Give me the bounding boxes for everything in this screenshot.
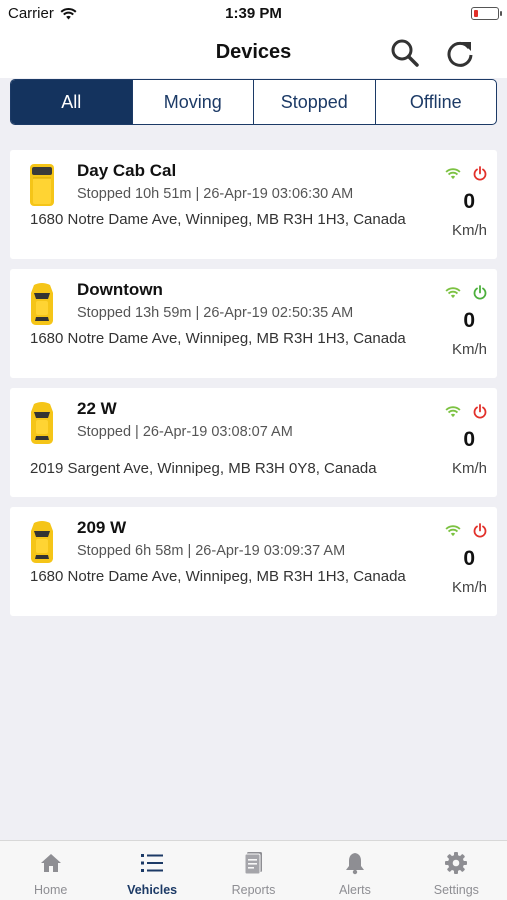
nav-header: Devices (0, 28, 507, 78)
device-card[interactable]: Day Cab Cal Stopped 10h 51m | 26-Apr-19 … (10, 150, 497, 259)
tab-label: Home (34, 883, 68, 897)
gear-icon (445, 852, 468, 874)
tab-alerts[interactable]: Alerts (304, 841, 405, 900)
device-speed: 0 (463, 190, 475, 213)
device-address: 1680 Notre Dame Ave, Winnipeg, MB R3H 1H… (30, 330, 406, 347)
tab-label: Alerts (338, 883, 371, 897)
device-speed: 0 (463, 547, 475, 570)
tab-vehicles[interactable]: Vehicles (101, 841, 202, 900)
device-status: Stopped 10h 51m | 26-Apr-19 03:06:30 AM (77, 186, 354, 202)
car-icon (31, 402, 53, 444)
clock: 1:39 PM (225, 5, 282, 22)
device-status: Stopped 6h 58m | 26-Apr-19 03:09:37 AM (77, 543, 346, 559)
device-indicators (445, 166, 487, 181)
tab-bar: Home Vehicles Reports Alerts Settings (0, 840, 507, 900)
device-speed: 0 (463, 428, 475, 451)
device-address: 1680 Notre Dame Ave, Winnipeg, MB R3H 1H… (30, 211, 406, 228)
refresh-button[interactable] (443, 36, 477, 70)
tab-label: Vehicles (127, 883, 178, 897)
power-icon (473, 285, 487, 300)
page-title: Devices (215, 41, 292, 63)
speed-unit: Km/h (451, 222, 487, 239)
device-address: 2019 Sargent Ave, Winnipeg, MB R3H 0Y8, … (30, 460, 377, 477)
power-icon (473, 523, 487, 538)
signal-icon (445, 168, 461, 180)
search-button[interactable] (388, 36, 422, 70)
device-name: Downtown (77, 280, 163, 299)
filter-stopped[interactable]: Stopped (254, 80, 376, 124)
tab-label: Reports (231, 883, 276, 897)
tab-label: Settings (433, 883, 479, 897)
speed-unit: Km/h (451, 579, 487, 596)
speed-unit: Km/h (451, 460, 487, 477)
tab-reports[interactable]: Reports (203, 841, 304, 900)
power-icon (473, 166, 487, 181)
device-name: 22 W (77, 399, 117, 418)
tab-home[interactable]: Home (0, 841, 101, 900)
filter-moving[interactable]: Moving (133, 80, 254, 124)
tab-settings[interactable]: Settings (406, 841, 507, 900)
list-icon (141, 854, 164, 872)
device-indicators (445, 404, 487, 419)
device-card[interactable]: 22 W Stopped | 26-Apr-19 03:08:07 AM 201… (10, 388, 497, 497)
device-indicators (445, 285, 487, 300)
signal-icon (445, 406, 461, 418)
signal-icon (445, 287, 461, 299)
device-address: 1680 Notre Dame Ave, Winnipeg, MB R3H 1H… (30, 568, 406, 585)
device-status: Stopped 13h 59m | 26-Apr-19 02:50:35 AM (77, 305, 354, 321)
car-icon (31, 521, 53, 563)
battery-icon (471, 7, 502, 20)
bell-icon (345, 853, 364, 875)
report-icon (244, 852, 262, 875)
device-name: 209 W (77, 518, 127, 537)
device-name: Day Cab Cal (77, 161, 177, 180)
speed-unit: Km/h (451, 341, 487, 358)
filter-offline[interactable]: Offline (376, 80, 497, 124)
device-status: Stopped | 26-Apr-19 03:08:07 AM (77, 424, 293, 440)
status-filter: All Moving Stopped Offline (10, 79, 497, 125)
device-indicators (445, 523, 487, 538)
device-card[interactable]: Downtown Stopped 13h 59m | 26-Apr-19 02:… (10, 269, 497, 378)
van-icon (30, 164, 54, 206)
home-icon (40, 854, 61, 872)
car-icon (31, 283, 53, 325)
refresh-icon (447, 41, 473, 67)
power-icon (473, 404, 487, 419)
device-card[interactable]: 209 W Stopped 6h 58m | 26-Apr-19 03:09:3… (10, 507, 497, 616)
device-speed: 0 (463, 309, 475, 332)
search-icon (391, 39, 419, 67)
signal-icon (445, 525, 461, 537)
status-bar: Carrier 1:39 PM (0, 0, 507, 28)
device-list: Day Cab Cal Stopped 10h 51m | 26-Apr-19 … (10, 150, 497, 626)
filter-all[interactable]: All (11, 80, 133, 124)
